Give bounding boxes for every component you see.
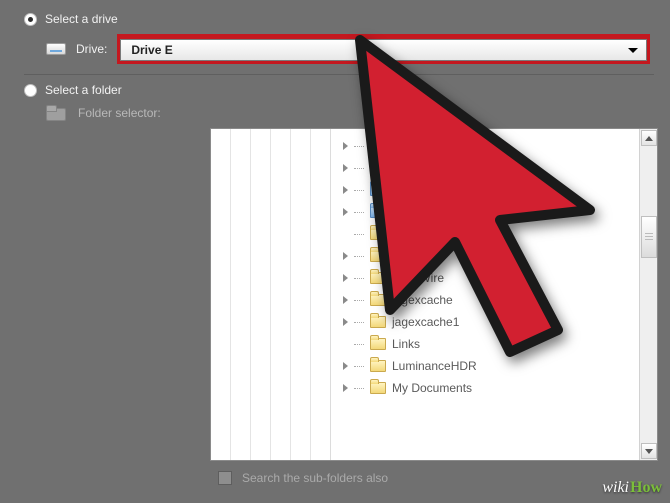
tree-item[interactable]: dwhelper (339, 223, 639, 245)
tree-item-label: Dropbox (392, 205, 437, 219)
folder-icon (370, 338, 386, 350)
tree-connector-icon (354, 366, 364, 367)
triangle-down-icon (645, 449, 653, 454)
expand-icon[interactable] (343, 252, 348, 260)
tree-connector-icon (354, 190, 364, 191)
folder-selector-label: Folder selector: (78, 106, 161, 120)
folder-tree-panel: dathoped Desktop Downloads Dropbox dwhelper F… (210, 128, 658, 461)
tree-item-label: FrostWire (392, 271, 444, 285)
tree-item[interactable]: Links (339, 333, 639, 355)
tree-item-label: dwhelper (392, 227, 441, 241)
scroll-up-button[interactable] (641, 130, 657, 146)
tree-item-label: jagexcache (392, 293, 453, 307)
tree-item-label: jagexcache1 (392, 315, 459, 329)
folder-icon (370, 272, 386, 284)
folder-icon (370, 360, 386, 372)
tree-connector-icon (354, 388, 364, 389)
expand-icon[interactable] (343, 274, 348, 282)
folder-icon (370, 206, 386, 218)
expand-icon[interactable] (343, 208, 348, 216)
folder-icon (370, 294, 386, 306)
tree-item-label: My Documents (392, 381, 472, 395)
expand-icon[interactable] (343, 164, 348, 172)
folder-icon (370, 140, 386, 152)
tree-item-label: Links (392, 337, 420, 351)
scroll-down-button[interactable] (641, 443, 657, 459)
tree-item[interactable]: Dropbox (339, 201, 639, 223)
select-drive-label: Select a drive (45, 12, 118, 26)
tree-connector-icon (354, 322, 364, 323)
radio-on-icon (24, 13, 37, 26)
triangle-up-icon (645, 136, 653, 141)
folder-selector-icon (46, 105, 68, 121)
tree-item[interactable]: FrostWire (339, 267, 639, 289)
scroll-track[interactable] (640, 147, 657, 442)
tree-item-label: dathoped (392, 139, 442, 153)
vertical-scrollbar[interactable] (639, 129, 657, 460)
tree-ruler (211, 129, 331, 460)
tree-item[interactable]: Downloads (339, 179, 639, 201)
tree-connector-icon (354, 234, 364, 235)
select-folder-label: Select a folder (45, 83, 122, 97)
expand-icon[interactable] (343, 362, 348, 370)
tree-item[interactable]: jagexcache1 (339, 311, 639, 333)
expand-icon[interactable] (343, 318, 348, 326)
expand-icon[interactable] (343, 142, 348, 150)
tree-item[interactable]: My Documents (339, 377, 639, 399)
tree-connector-icon (354, 212, 364, 213)
tree-item-label: Desktop (392, 161, 436, 175)
tree-connector-icon (354, 256, 364, 257)
chevron-down-icon (628, 48, 638, 53)
tree-item-label: LuminanceHDR (392, 359, 477, 373)
tree-connector-icon (354, 344, 364, 345)
folder-icon (370, 162, 386, 174)
tree-item[interactable]: LuminanceHDR (339, 355, 639, 377)
tree-connector-icon (354, 300, 364, 301)
scroll-thumb[interactable] (641, 216, 657, 258)
tree-connector-icon (354, 168, 364, 169)
tree-item[interactable]: Desktop (339, 157, 639, 179)
folder-tree[interactable]: dathoped Desktop Downloads Dropbox dwhelper F… (331, 129, 639, 460)
tree-item[interactable]: dathoped (339, 135, 639, 157)
select-drive-radio-row[interactable]: Select a drive (24, 12, 654, 26)
drive-icon (46, 41, 66, 57)
drive-field-label: Drive: (76, 42, 107, 56)
expand-icon[interactable] (343, 384, 348, 392)
tree-item-label: Downloads (392, 183, 451, 197)
radio-off-icon (24, 84, 37, 97)
subfolders-label: Search the sub-folders also (242, 471, 388, 485)
drive-dropdown-value: Drive E (131, 43, 172, 57)
tree-item-label: Favorites (392, 249, 441, 263)
expand-icon[interactable] (343, 186, 348, 194)
folder-icon (370, 316, 386, 328)
watermark: wikiHow (602, 479, 662, 497)
drive-dropdown-highlight: Drive E (117, 34, 650, 64)
divider (24, 74, 654, 75)
select-folder-radio-row[interactable]: Select a folder (24, 83, 654, 97)
drive-dropdown[interactable]: Drive E (120, 39, 647, 61)
subfolders-checkbox[interactable] (218, 471, 232, 485)
folder-icon (370, 382, 386, 394)
tree-connector-icon (354, 278, 364, 279)
folder-icon (370, 228, 386, 240)
folder-icon (370, 250, 386, 262)
folder-icon (370, 184, 386, 196)
tree-item[interactable]: Favorites (339, 245, 639, 267)
tree-item[interactable]: jagexcache (339, 289, 639, 311)
expand-icon[interactable] (343, 296, 348, 304)
tree-connector-icon (354, 146, 364, 147)
